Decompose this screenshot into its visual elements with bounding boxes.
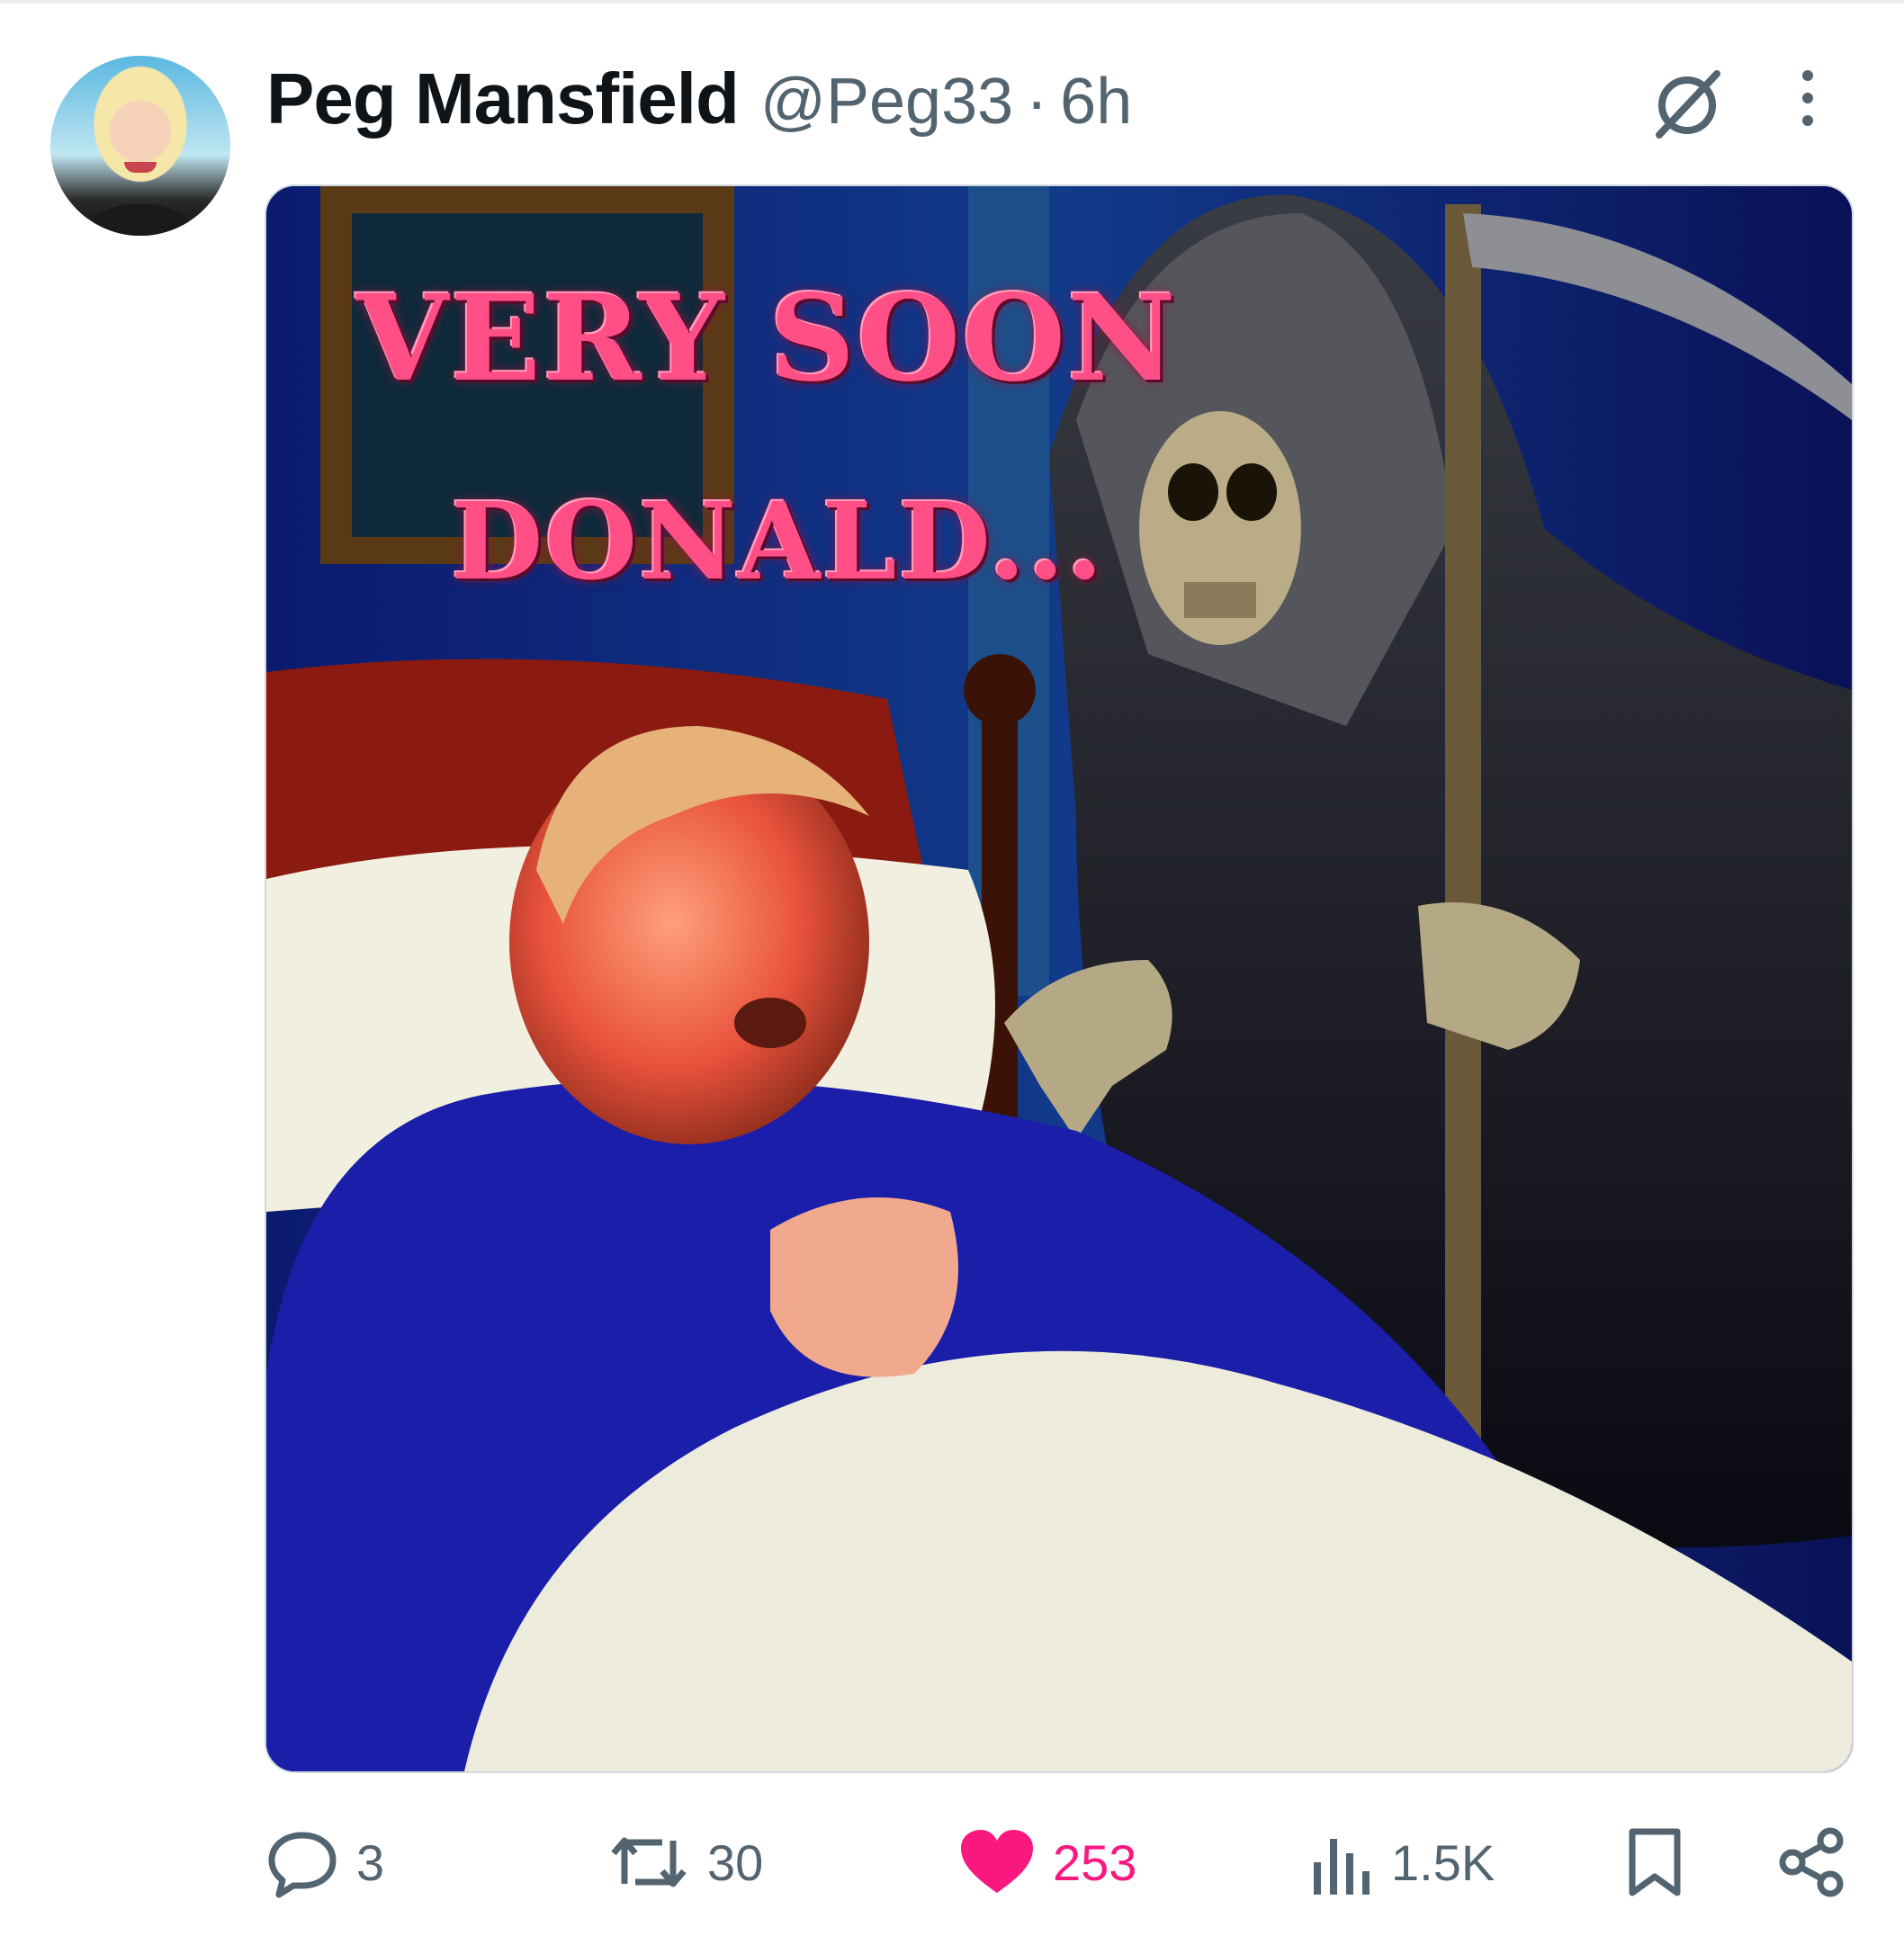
author-handle[interactable]: @Peg33 (760, 65, 1013, 139)
author-avatar[interactable] (50, 56, 230, 236)
bookmark-button[interactable] (1625, 1808, 1684, 1916)
grok-icon[interactable] (1647, 63, 1728, 144)
image-caption-line1: VERY SOON (356, 269, 1178, 408)
more-dots-icon[interactable] (1794, 67, 1821, 130)
image-caption-line2: DONALD... (451, 479, 1105, 604)
share-button[interactable] (1776, 1808, 1848, 1916)
top-divider (0, 0, 1904, 4)
heart-icon (961, 1830, 1033, 1893)
post-time[interactable]: 6h (1060, 65, 1132, 139)
post-header: Peg Mansfield @Peg33 · 6h (266, 58, 1132, 139)
repost-button[interactable]: 30 (608, 1808, 763, 1916)
reply-icon (268, 1832, 337, 1898)
header-separator: · (1026, 66, 1048, 138)
avatar-smile (124, 162, 157, 173)
action-bar: 3 30 253 1.5K (266, 1808, 1850, 1916)
author-display-name[interactable]: Peg Mansfield (266, 58, 740, 140)
views-icon (1314, 1839, 1370, 1895)
post-image[interactable]: VERY SOON DONALD... (265, 184, 1854, 1773)
reply-button[interactable]: 3 (266, 1808, 384, 1916)
bookmark-icon (1629, 1828, 1681, 1896)
like-count: 253 (1053, 1833, 1137, 1891)
views-count: 1.5K (1391, 1833, 1495, 1891)
repost-count: 30 (707, 1833, 764, 1891)
share-icon (1779, 1827, 1844, 1897)
views-button[interactable]: 1.5K (1310, 1808, 1495, 1916)
repost-icon (611, 1837, 687, 1887)
avatar-body (77, 204, 203, 236)
like-button[interactable]: 253 (959, 1808, 1136, 1916)
reply-count: 3 (356, 1833, 385, 1891)
